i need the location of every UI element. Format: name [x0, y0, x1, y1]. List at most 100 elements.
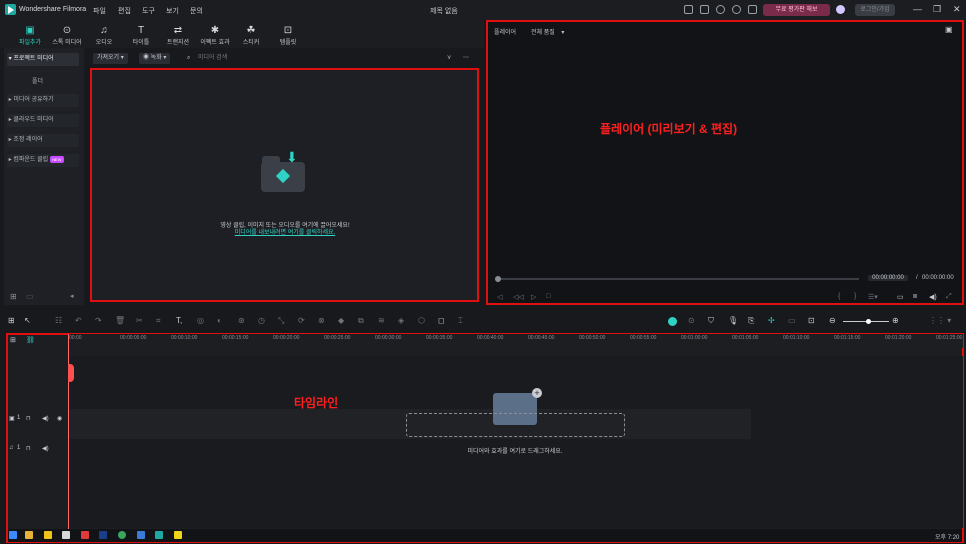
zoom-out-icon[interactable]: ⊖	[829, 316, 836, 325]
filter-icon[interactable]: ⋎	[447, 53, 451, 64]
tab-import[interactable]: ▣ 파일추가	[10, 25, 50, 46]
record-dropdown[interactable]: ◉ 녹화 ▾	[139, 53, 171, 64]
voiceover-icon[interactable]: ⎘	[748, 316, 754, 326]
player-tab[interactable]: 플레이어	[494, 27, 516, 36]
menu-view[interactable]: 보기	[166, 6, 179, 16]
headset-icon[interactable]	[732, 5, 741, 14]
keyframe-icon[interactable]: ◆	[338, 316, 344, 325]
file-icon[interactable]	[700, 5, 709, 14]
undo-icon[interactable]: ↶	[75, 316, 82, 325]
browser-icon[interactable]	[137, 531, 145, 539]
folder-icon[interactable]: ▭	[26, 292, 34, 301]
motion-icon[interactable]: ⟳	[298, 316, 305, 325]
sidebar-item-project-media[interactable]: ▾ 프로젝트 미디어	[7, 53, 79, 66]
zoom-in-icon[interactable]: ⊕	[892, 316, 899, 325]
menu-edit[interactable]: 편집	[118, 6, 131, 16]
mute-icon[interactable]: ◀)	[42, 445, 49, 452]
color-icon[interactable]: ◐	[217, 316, 222, 325]
green-screen-icon[interactable]: ◈	[398, 316, 404, 325]
file-explorer-icon[interactable]	[25, 531, 33, 539]
text-tool-icon[interactable]: T,	[176, 316, 182, 325]
redo-icon[interactable]: ↷	[95, 316, 102, 325]
playhead-handle[interactable]	[68, 364, 74, 382]
notes-icon[interactable]	[44, 531, 52, 539]
eye-icon[interactable]: ◉	[57, 415, 62, 422]
mark-in-icon[interactable]: {	[838, 293, 840, 300]
fullscreen-icon[interactable]: ⤢	[946, 293, 952, 301]
tab-transitions[interactable]: ⇄ 트랜지션	[158, 25, 198, 46]
stabilize-icon[interactable]: ⧉	[358, 316, 364, 326]
snapshot-tl-icon[interactable]: ⊡	[808, 316, 815, 325]
shield-icon[interactable]: ⛉	[708, 316, 714, 326]
timeline-settings-icon[interactable]: ⋮⋮ ▾	[929, 316, 951, 325]
tab-audio[interactable]: ♫ 오디오	[84, 25, 124, 46]
mute-icon[interactable]: ◀)	[42, 415, 49, 422]
delete-icon[interactable]: 🗑	[115, 316, 125, 325]
auto-highlight-icon[interactable]	[668, 317, 677, 326]
lock-icon[interactable]: ⊓	[26, 445, 31, 452]
play-icon[interactable]: ▷	[531, 293, 536, 301]
notification-icon[interactable]	[748, 5, 757, 14]
expand-icon[interactable]: ⤡	[278, 316, 284, 326]
tab-titles[interactable]: T 타이틀	[121, 25, 161, 46]
collapse-icon[interactable]: ◂	[70, 292, 74, 300]
zoom-slider-handle[interactable]	[866, 319, 871, 324]
timeline-ruler[interactable]	[68, 334, 963, 348]
display-icon[interactable]: ▭	[897, 293, 904, 301]
app-icon[interactable]	[99, 531, 107, 539]
menu-help[interactable]: 문의	[190, 6, 203, 16]
pip-icon[interactable]: ▭	[788, 316, 796, 325]
search-input[interactable]: 미디어 검색	[198, 53, 227, 64]
media-import-link[interactable]: 미디어를 내보내려면 여기를 클릭하세요.	[180, 227, 390, 236]
add-track-icon[interactable]: ⊞	[10, 336, 16, 344]
minimize-button[interactable]: —	[913, 4, 922, 14]
mark-out-icon[interactable]: }	[854, 293, 856, 300]
free-trial-button[interactable]: 무료 평가판 해보	[763, 4, 830, 16]
select-tool-icon[interactable]: ↖	[24, 316, 31, 325]
audio-tool-icon[interactable]: ≋	[378, 316, 385, 325]
render-icon[interactable]: ⊙	[688, 316, 695, 325]
crop-icon[interactable]: ⌗	[156, 316, 161, 326]
player-scrubber[interactable]	[497, 278, 859, 280]
snapshot-icon[interactable]: ▣	[945, 25, 953, 34]
import-dropdown[interactable]: 가져오기 ▾	[93, 53, 128, 64]
tab-stickers[interactable]: ☘ 스티커	[231, 25, 271, 46]
scrubber-handle[interactable]	[495, 276, 501, 282]
ai-tool-icon[interactable]: ⬡	[418, 316, 425, 325]
speed-icon[interactable]: ⊛	[238, 316, 245, 325]
quality-dropdown[interactable]: 전체 품질 ▾	[531, 27, 564, 36]
filmora-taskbar-icon[interactable]	[155, 531, 163, 539]
sidebar-item-adjustment-layer[interactable]: ▸ 조정 레이어	[7, 134, 79, 147]
more-options-icon[interactable]: ⋯	[463, 53, 469, 64]
cut-icon[interactable]: ✂	[136, 316, 143, 325]
menu-file[interactable]: 파일	[93, 6, 106, 16]
tab-templates[interactable]: ⊡ 템플릿	[268, 25, 308, 46]
timeline-drop-zone[interactable]	[406, 413, 625, 437]
frame-icon[interactable]: ◻	[438, 316, 445, 325]
prev-frame-icon[interactable]: ◁	[497, 293, 502, 301]
document-icon[interactable]	[62, 531, 70, 539]
ai-color-icon[interactable]: ✢	[768, 316, 775, 325]
close-button[interactable]: ✕	[953, 4, 961, 15]
menu-tools[interactable]: 도구	[142, 6, 155, 16]
rewind-icon[interactable]: ◁◁	[513, 293, 524, 301]
sidebar-item-compound-clip[interactable]: ▸ 컴파운드 클립 NEW	[7, 154, 79, 167]
mic-icon[interactable]: 🎙	[728, 316, 738, 325]
restore-button[interactable]: ❐	[933, 4, 941, 15]
lock-icon[interactable]: ⊓	[26, 415, 31, 422]
layout-icon[interactable]	[684, 5, 693, 14]
timer-icon[interactable]: ◷	[258, 316, 265, 325]
link-icon[interactable]: ⛓	[26, 336, 35, 344]
new-folder-icon[interactable]: ⊞	[10, 292, 17, 301]
sidebar-item-cloud-media[interactable]: ▸ 클라우드 미디어	[7, 114, 79, 127]
mask-icon[interactable]: ⊗	[318, 316, 325, 325]
split-menu-icon[interactable]: ☷	[55, 316, 62, 325]
login-button[interactable]: 로그인/가입	[855, 4, 895, 16]
cloud-icon[interactable]	[716, 5, 725, 14]
detach-icon[interactable]: ⌶	[458, 316, 463, 326]
sidebar-item-folder[interactable]: 폴더	[32, 76, 43, 85]
chrome-icon[interactable]	[118, 531, 126, 539]
zoom-clip-icon[interactable]: ◎	[197, 316, 204, 325]
stop-icon[interactable]: □	[546, 293, 550, 300]
pdf-icon[interactable]	[81, 531, 89, 539]
